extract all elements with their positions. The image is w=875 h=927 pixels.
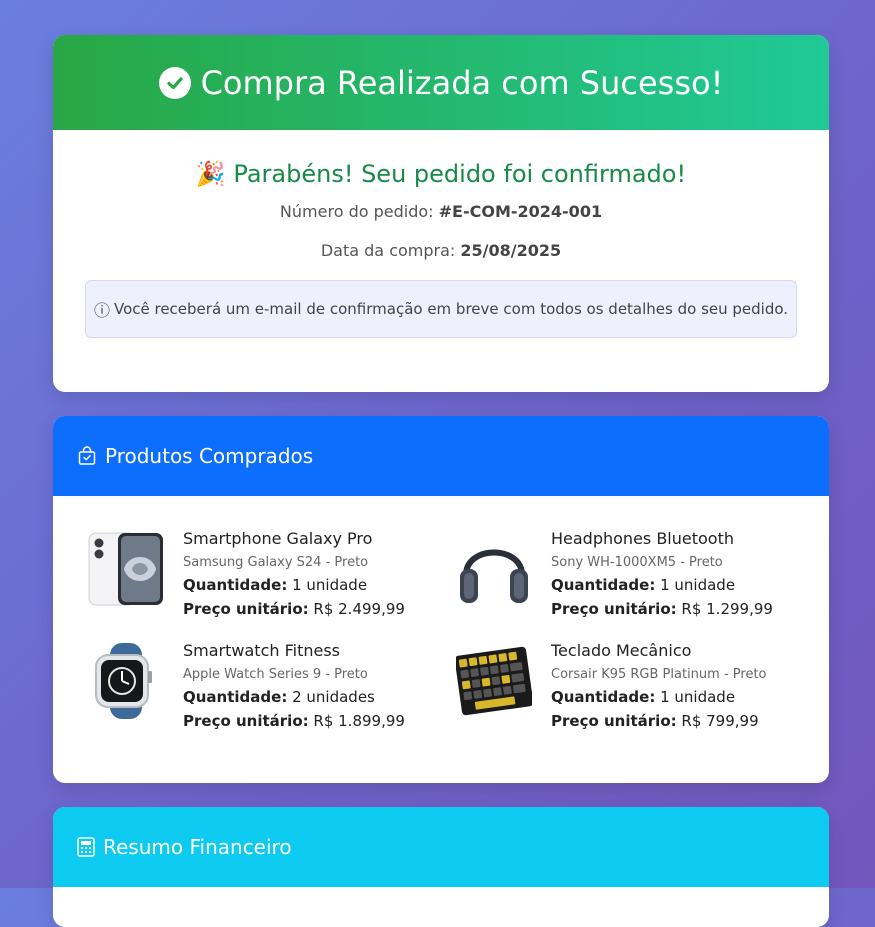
purchase-date-value: 25/08/2025	[460, 241, 562, 260]
product-name: Smartphone Galaxy Pro	[183, 529, 373, 548]
price-label: Preço unitário:	[551, 600, 677, 618]
keyboard-image	[454, 643, 534, 719]
product-subtitle: Sony WH-1000XM5 - Preto	[551, 555, 723, 570]
success-header: Compra Realizada com Sucesso!	[53, 35, 829, 130]
price-label: Preço unitário:	[183, 600, 309, 618]
financial-summary-card: Resumo Financeiro	[53, 807, 829, 927]
product-quantity: Quantidade: 1 unidade	[551, 687, 767, 707]
product-name: Teclado Mecânico	[551, 641, 692, 660]
quantity-value: 1 unidade	[292, 576, 368, 594]
shopping-bag-icon	[77, 446, 97, 466]
purchase-date-line: Data da compra: 25/08/2025	[53, 241, 829, 260]
quantity-label: Quantidade:	[551, 688, 656, 706]
product-item: Teclado Mecânico Corsair K95 RGB Platinu…	[454, 641, 796, 739]
product-quantity: Quantidade: 2 unidades	[183, 687, 405, 707]
congrats-message: 🎉 Parabéns! Seu pedido foi confirmado!	[195, 160, 687, 188]
order-number-line: Número do pedido: #E-COM-2024-001	[53, 202, 829, 221]
product-subtitle: Apple Watch Series 9 - Preto	[183, 667, 368, 682]
price-value: R$ 1.899,99	[313, 712, 405, 730]
quantity-label: Quantidade:	[551, 576, 656, 594]
products-card: Produtos Comprados Smartphone Galaxy Pro…	[53, 416, 829, 783]
success-card: Compra Realizada com Sucesso! 🎉 Parabéns…	[53, 35, 829, 392]
product-price: Preço unitário: R$ 1.299,99	[551, 599, 773, 619]
price-label: Preço unitário:	[551, 712, 677, 730]
headphones-image	[456, 531, 532, 607]
email-info-text: Você receberá um e-mail de confirmação e…	[113, 300, 789, 318]
smartphone-image	[88, 531, 164, 607]
purchase-date-label: Data da compra:	[320, 241, 456, 260]
product-subtitle: Samsung Galaxy S24 - Preto	[183, 555, 369, 570]
product-quantity: Quantidade: 1 unidade	[551, 575, 773, 595]
product-price: Preço unitário: R$ 1.899,99	[183, 711, 405, 731]
product-item: Headphones Bluetooth Sony WH-1000XM5 - P…	[456, 529, 796, 627]
quantity-value: 1 unidade	[660, 576, 736, 594]
products-title: Produtos Comprados	[105, 444, 314, 468]
product-subtitle: Corsair K95 RGB Platinum - Preto	[551, 667, 767, 682]
smartwatch-image	[88, 643, 164, 719]
check-circle-icon	[158, 66, 191, 99]
products-header: Produtos Comprados	[53, 416, 829, 496]
price-label: Preço unitário:	[183, 712, 309, 730]
product-quantity: Quantidade: 1 unidade	[183, 575, 405, 595]
quantity-value: 2 unidades	[292, 688, 375, 706]
product-item: Smartwatch Fitness Apple Watch Series 9 …	[88, 641, 428, 739]
quantity-label: Quantidade:	[183, 576, 288, 594]
price-value: R$ 799,99	[681, 712, 759, 730]
success-title: Compra Realizada com Sucesso!	[200, 63, 724, 102]
price-value: R$ 1.299,99	[681, 600, 773, 618]
quantity-label: Quantidade:	[183, 688, 288, 706]
product-price: Preço unitário: R$ 2.499,99	[183, 599, 405, 619]
financial-summary-title: Resumo Financeiro	[103, 835, 292, 859]
price-value: R$ 2.499,99	[313, 600, 405, 618]
order-number-label: Número do pedido:	[279, 202, 434, 221]
email-info-box: ⓘ Você receberá um e-mail de confirmação…	[85, 280, 797, 338]
product-item: Smartphone Galaxy Pro Samsung Galaxy S24…	[88, 529, 428, 627]
calculator-icon	[77, 837, 95, 857]
info-icon: ⓘ	[93, 301, 110, 320]
product-price: Preço unitário: R$ 799,99	[551, 711, 767, 731]
product-name: Headphones Bluetooth	[551, 529, 734, 548]
quantity-value: 1 unidade	[660, 688, 736, 706]
order-number-value: #E-COM-2024-001	[438, 202, 603, 221]
product-name: Smartwatch Fitness	[183, 641, 340, 660]
financial-summary-header: Resumo Financeiro	[53, 807, 829, 887]
